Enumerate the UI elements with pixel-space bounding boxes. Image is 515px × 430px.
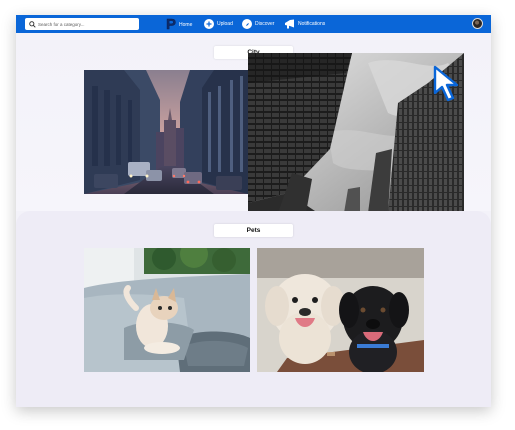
search-icon [27,19,37,29]
mouse-pointer-icon [433,65,467,103]
nav-notifications-label: Notifications [298,21,326,27]
search-box[interactable] [25,18,139,30]
app-window: P Home Upload Discover Notifications Cit… [16,15,491,407]
nav-discover[interactable]: Discover [242,17,274,31]
home-link[interactable]: P Home [166,16,193,33]
section-title-pets-text: Pets [246,227,261,234]
search-input[interactable] [38,19,136,29]
kitten-on-sofa-image[interactable] [84,248,250,372]
plus-icon [204,19,214,29]
nav-notifications[interactable]: Notifications [284,17,325,31]
nav-upload[interactable]: Upload [204,17,233,31]
two-dogs-image[interactable] [257,248,424,372]
section-title-pets: Pets [214,224,293,237]
top-navigation-bar: P Home Upload Discover Notifications [16,15,491,33]
nav-discover-label: Discover [255,21,275,27]
app-logo: P [166,16,177,33]
compass-icon [242,19,252,29]
megaphone-icon [284,19,295,29]
home-label: Home [179,22,193,28]
skyscrapers-image[interactable] [248,53,464,213]
city-street-image[interactable] [84,70,248,194]
user-avatar[interactable] [472,18,483,29]
nav-upload-label: Upload [217,21,233,27]
